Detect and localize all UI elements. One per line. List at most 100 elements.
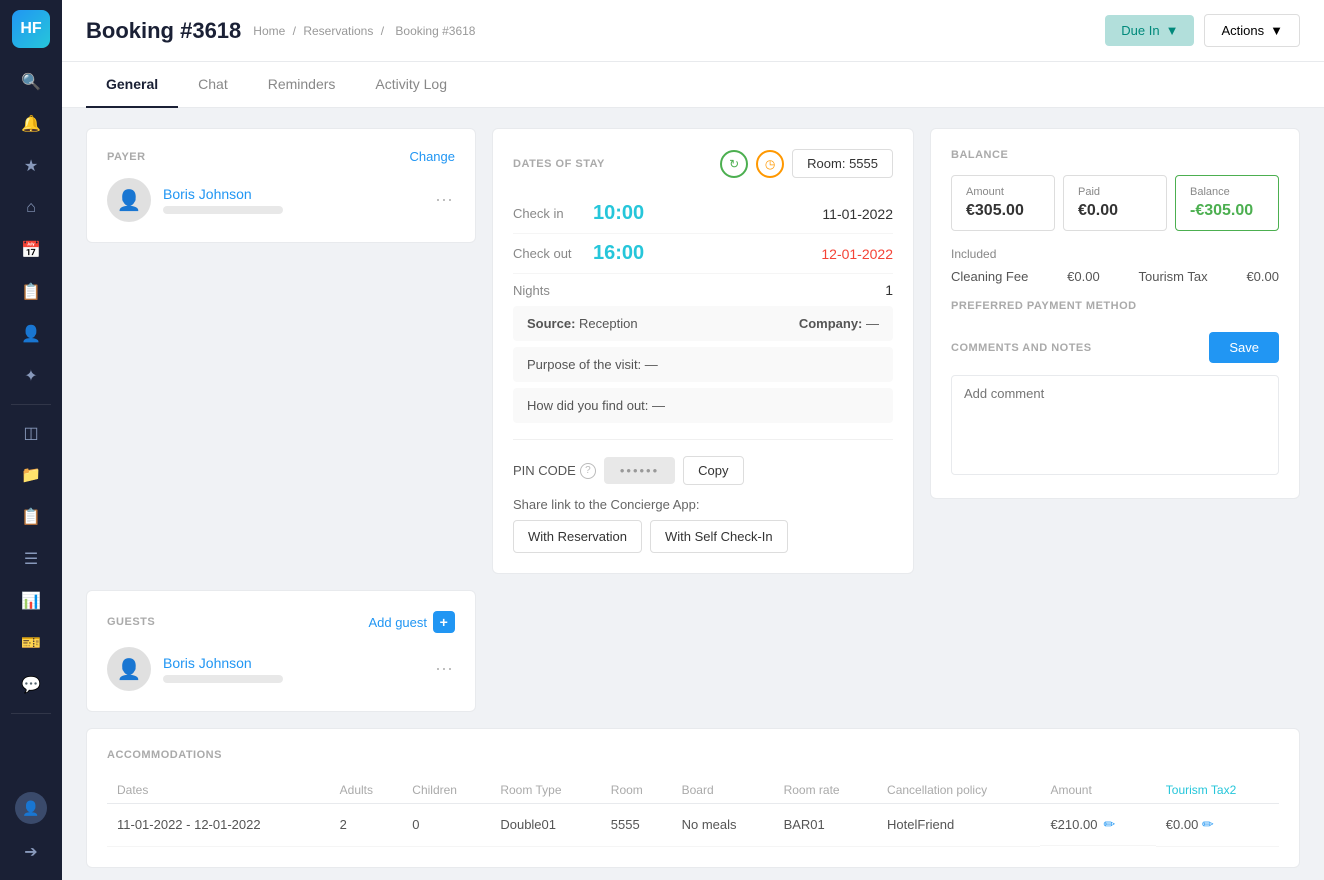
pincode-label: PIN CODE ? [513, 463, 596, 479]
payer-section-label: PAYER Change [107, 149, 455, 164]
save-button[interactable]: Save [1209, 332, 1279, 363]
add-guest-link[interactable]: Add guest [368, 615, 427, 630]
checkin-row: Check in 10:00 11-01-2022 [513, 194, 893, 234]
guest-menu-dots[interactable]: ⋯ [435, 659, 455, 680]
due-in-button[interactable]: Due In ▼ [1105, 15, 1194, 46]
sidebar-icon-grid[interactable]: ◫ [13, 415, 49, 451]
stay-header: DATES OF STAY ↻ ◷ Room: 5555 [513, 149, 893, 178]
checkout-row: Check out 16:00 12-01-2022 [513, 234, 893, 274]
sidebar-icon-list[interactable]: ☰ [13, 541, 49, 577]
cell-tourism-tax2: €0.00 ✏ [1156, 804, 1279, 847]
history-icon[interactable]: ◷ [756, 150, 784, 178]
tab-general[interactable]: General [86, 62, 178, 108]
purpose-row: Purpose of the visit: — [513, 347, 893, 382]
company-label: Company: [799, 316, 863, 331]
add-guest-plus-icon[interactable]: + [433, 611, 455, 633]
pin-section: PIN CODE ? •••••• Copy Share link to the… [513, 439, 893, 553]
pin-help-icon[interactable]: ? [580, 463, 596, 479]
sidebar-icon-calendar[interactable]: 📅 [13, 232, 49, 268]
col-room-rate: Room rate [774, 777, 877, 804]
cleaning-fee-val: €0.00 [1067, 269, 1100, 284]
change-payer-link[interactable]: Change [409, 149, 455, 164]
nights-label: Nights [513, 283, 550, 298]
cleaning-fee-label: Cleaning Fee [951, 269, 1028, 284]
col-room-type: Room Type [490, 777, 600, 804]
sidebar-icon-search[interactable]: 🔍 [13, 64, 49, 100]
refresh-icon[interactable]: ↻ [720, 150, 748, 178]
sidebar-icon-chart[interactable]: 📊 [13, 583, 49, 619]
sidebar-icon-folder[interactable]: 📁 [13, 457, 49, 493]
cell-room-rate: BAR01 [774, 804, 877, 847]
guest-sub [163, 675, 283, 683]
edit-tax-icon[interactable]: ✏ [1202, 816, 1214, 832]
sidebar-icon-bell[interactable]: 🔔 [13, 106, 49, 142]
tourism-tax-label: Tourism Tax [1139, 269, 1208, 284]
sidebar-user-avatar[interactable]: 👤 [15, 792, 47, 824]
actions-label: Actions [1221, 23, 1264, 38]
included-label: Included [951, 247, 1279, 261]
actions-button[interactable]: Actions ▼ [1204, 14, 1300, 47]
source-val: Reception [579, 316, 638, 331]
balance-grid: Amount €305.00 Paid €0.00 Balance -€305.… [951, 175, 1279, 231]
with-reservation-button[interactable]: With Reservation [513, 520, 642, 553]
sidebar-icon-person[interactable]: 👤 [13, 316, 49, 352]
comment-textarea[interactable] [951, 375, 1279, 475]
sidebar-icon-home[interactable]: ⌂ [13, 190, 49, 226]
col-tourism-tax2: Tourism Tax2 [1156, 777, 1279, 804]
balance-cell: Balance -€305.00 [1175, 175, 1279, 231]
payer-menu-dots[interactable]: ⋯ [435, 190, 455, 211]
sidebar-icon-clipboard[interactable]: 📋 [13, 274, 49, 310]
table-row: 11-01-2022 - 12-01-2022 2 0 Double01 555… [107, 804, 1279, 847]
nights-row: Nights 1 [513, 274, 893, 306]
tab-chat[interactable]: Chat [178, 62, 248, 108]
accommodations-table: Dates Adults Children Room Type Room Boa… [107, 777, 1279, 847]
cell-dates: 11-01-2022 - 12-01-2022 [107, 804, 330, 847]
sidebar-icon-tag[interactable]: ✦ [13, 358, 49, 394]
col-adults: Adults [330, 777, 403, 804]
room-badge: Room: 5555 [792, 149, 893, 178]
payer-name[interactable]: Boris Johnson [163, 186, 423, 202]
copy-pin-button[interactable]: Copy [683, 456, 743, 485]
balance-label: Balance [1190, 186, 1264, 198]
tab-reminders[interactable]: Reminders [248, 62, 356, 108]
purpose-label: Purpose of the visit: [527, 357, 641, 372]
purpose-val: — [645, 357, 658, 372]
stay-card: DATES OF STAY ↻ ◷ Room: 5555 Check in 10… [492, 128, 914, 574]
payer-row: 👤 Boris Johnson ⋯ [107, 178, 455, 222]
comments-section: COMMENTS AND NOTES Save [951, 332, 1279, 478]
howfind-row: How did you find out: — [513, 388, 893, 423]
tab-activity-log[interactable]: Activity Log [355, 62, 467, 108]
table-header-row: Dates Adults Children Room Type Room Boa… [107, 777, 1279, 804]
sidebar-icon-message[interactable]: 💬 [13, 667, 49, 703]
app-logo[interactable]: HF [12, 10, 50, 48]
source-label: Source: [527, 316, 575, 331]
with-selfcheckin-button[interactable]: With Self Check-In [650, 520, 788, 553]
second-cards-row: GUESTS Add guest + 👤 Boris Johnson ⋯ [86, 590, 1300, 712]
sidebar-icon-ticket[interactable]: 🎫 [13, 625, 49, 661]
col-dates: Dates [107, 777, 330, 804]
company-val: — [866, 316, 879, 331]
cell-room-type: Double01 [490, 804, 600, 847]
nights-val: 1 [885, 282, 893, 298]
guest-name[interactable]: Boris Johnson [163, 655, 423, 671]
comments-header: COMMENTS AND NOTES Save [951, 332, 1279, 363]
sidebar-icon-logout[interactable]: ➔ [13, 834, 49, 870]
balance-val: -€305.00 [1190, 202, 1264, 220]
main-content: Booking #3618 Home / Reservations / Book… [62, 0, 1324, 880]
accommodations-card: ACCOMMODATIONS Dates Adults Children Roo… [86, 728, 1300, 868]
cell-room: 5555 [601, 804, 672, 847]
edit-amount-icon[interactable]: ✏ [1103, 816, 1115, 833]
page-content: PAYER Change 👤 Boris Johnson ⋯ DATES OF … [62, 108, 1324, 880]
balance-section-label: BALANCE [951, 149, 1279, 161]
actions-chevron-icon: ▼ [1270, 23, 1283, 38]
breadcrumb-home[interactable]: Home [253, 24, 285, 38]
breadcrumb-reservations[interactable]: Reservations [303, 24, 373, 38]
sidebar-icon-star[interactable]: ★ [13, 148, 49, 184]
checkin-label: Check in [513, 206, 593, 221]
sidebar-divider-2 [11, 713, 51, 714]
howfind-val: — [652, 398, 665, 413]
cell-adults: 2 [330, 804, 403, 847]
sidebar-icon-id[interactable]: 📋 [13, 499, 49, 535]
col-cancellation: Cancellation policy [877, 777, 1040, 804]
cleaning-fee-row: Cleaning Fee €0.00 Tourism Tax €0.00 [951, 269, 1279, 284]
